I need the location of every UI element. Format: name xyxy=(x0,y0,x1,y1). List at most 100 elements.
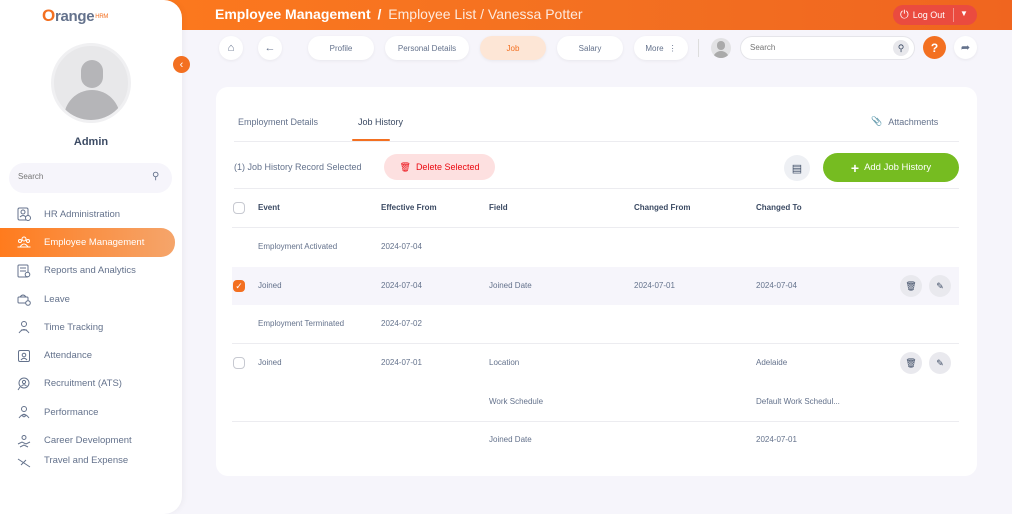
tab-job[interactable]: Job xyxy=(480,36,546,60)
cell-event: Employment Terminated xyxy=(258,319,345,328)
column-header-event[interactable]: Event xyxy=(258,203,280,212)
tab-job-history[interactable]: Job History xyxy=(358,117,403,127)
sidebar-search: ⚲ xyxy=(9,163,172,193)
sidebar-item-recruitment[interactable]: Recruitment (ATS) xyxy=(0,370,175,398)
employee-avatar[interactable] xyxy=(711,38,731,58)
pencil-icon[interactable]: ✎ xyxy=(929,352,951,374)
divider xyxy=(234,188,959,189)
chevron-down-icon[interactable]: ▼ xyxy=(960,9,968,18)
sidebar-item-label: Attendance xyxy=(44,350,93,362)
career-icon xyxy=(16,433,32,449)
tab-salary[interactable]: Salary xyxy=(557,36,623,60)
table-row[interactable]: Joined Date 2024-07-01 xyxy=(232,422,959,460)
pencil-icon[interactable]: ✎ xyxy=(929,275,951,297)
selection-count: (1) Job History Record Selected xyxy=(234,162,362,172)
help-button[interactable]: ? xyxy=(923,36,946,59)
attachments-link[interactable]: 📎 Attachments xyxy=(871,116,938,127)
sidebar-item-time-tracking[interactable]: Time Tracking xyxy=(0,313,175,341)
table-row[interactable]: Work Schedule Default Work Schedul... xyxy=(232,383,959,421)
row-checkbox[interactable]: ✓ xyxy=(233,280,245,292)
cell-event: Joined xyxy=(258,358,282,367)
sidebar-item-reports-and-analytics[interactable]: Reports and Analytics xyxy=(0,257,175,285)
cell-effective-from: 2024-07-02 xyxy=(381,319,422,328)
id-card-icon xyxy=(16,206,32,222)
table-row[interactable]: Employment Activated 2024-07-04 xyxy=(232,228,959,267)
add-job-history-button[interactable]: + Add Job History xyxy=(823,153,959,182)
search-icon[interactable]: ⚲ xyxy=(152,171,159,182)
employee-search: ⚲ xyxy=(740,36,915,60)
sidebar-item-career-development[interactable]: Career Development xyxy=(0,426,175,454)
column-header-changed-to[interactable]: Changed To xyxy=(756,203,802,212)
trash-icon: 🗑 xyxy=(399,161,411,172)
cell-field: Joined Date xyxy=(489,435,532,444)
trash-icon[interactable]: 🗑 xyxy=(900,275,922,297)
filter-icon[interactable]: ▤ xyxy=(784,155,810,181)
sidebar-item-attendance[interactable]: Attendance xyxy=(0,341,175,369)
select-all-checkbox[interactable] xyxy=(233,202,245,214)
add-job-history-label: Add Job History xyxy=(864,162,932,173)
sidebar-item-employee-management[interactable]: Employee Management xyxy=(0,228,175,257)
breadcrumb-employee-name: Vanessa Potter xyxy=(487,6,583,22)
logout-button[interactable]: ⏻ Log Out ▼ xyxy=(893,5,977,25)
job-history-card: Employment Details Job History 📎 Attachm… xyxy=(216,87,977,476)
logout-label: Log Out xyxy=(912,10,945,20)
sidebar-item-label: Career Development xyxy=(44,435,132,447)
performance-icon xyxy=(16,404,32,420)
back-arrow-icon[interactable]: ← xyxy=(258,36,282,60)
trash-icon[interactable]: 🗑 xyxy=(900,352,922,374)
sidebar-item-label: Recruitment (ATS) xyxy=(44,378,122,390)
brand-logo[interactable]: OrangeHRM xyxy=(42,6,108,27)
column-header-effective-from[interactable]: Effective From xyxy=(381,203,437,212)
employee-search-input[interactable] xyxy=(750,43,880,52)
table-row[interactable]: ✓ Joined 2024-07-04 Joined Date 2024-07-… xyxy=(232,267,959,305)
sidebar-item-label: Employee Management xyxy=(44,236,145,248)
toolbar-divider xyxy=(698,39,699,57)
sidebar: OrangeHRM Admin ⚲ HR Administration Empl… xyxy=(0,0,182,514)
cell-effective-from: 2024-07-01 xyxy=(381,358,422,367)
search-icon[interactable]: ⚲ xyxy=(893,40,909,56)
breadcrumb-separator: / xyxy=(480,6,484,22)
table-row[interactable]: Joined 2024-07-01 Location Adelaide 🗑 ✎ xyxy=(232,344,959,383)
cell-event: Employment Activated xyxy=(258,242,338,251)
sidebar-item-label: HR Administration xyxy=(44,208,121,220)
home-icon[interactable]: ⌂ xyxy=(219,36,243,60)
sidebar-item-label: Reports and Analytics xyxy=(44,265,136,277)
tab-more[interactable]: More ⋮ xyxy=(634,36,688,60)
column-header-changed-from[interactable]: Changed From xyxy=(634,203,690,212)
sidebar-item-label: Travel and Expense xyxy=(44,454,129,466)
sidebar-item-label: Performance xyxy=(44,406,99,418)
collapse-sidebar-chevron-icon[interactable]: ‹ xyxy=(173,56,190,73)
tab-employment-details[interactable]: Employment Details xyxy=(238,117,318,127)
time-icon xyxy=(16,319,32,335)
sidebar-search-input[interactable] xyxy=(18,172,138,181)
avatar[interactable] xyxy=(51,43,131,123)
cell-changed-to: 2024-07-01 xyxy=(756,435,797,444)
tab-profile[interactable]: Profile xyxy=(308,36,374,60)
travel-icon xyxy=(16,455,32,469)
sidebar-item-leave[interactable]: Leave xyxy=(0,285,175,313)
paperclip-icon: 📎 xyxy=(871,116,883,126)
breadcrumb-employee-list[interactable]: Employee List xyxy=(388,6,476,22)
row-checkbox[interactable] xyxy=(233,357,245,369)
tab-personal-details[interactable]: Personal Details xyxy=(385,36,469,60)
cell-field: Location xyxy=(489,358,520,367)
table-row[interactable]: Employment Terminated 2024-07-02 xyxy=(232,305,959,344)
cell-field: Work Schedule xyxy=(489,397,544,406)
sidebar-item-performance[interactable]: Performance xyxy=(0,398,175,426)
column-header-field[interactable]: Field xyxy=(489,203,508,212)
cell-effective-from: 2024-07-04 xyxy=(381,242,422,251)
share-icon[interactable]: ➦ xyxy=(954,36,977,59)
sidebar-nav: HR Administration Employee Management Re… xyxy=(0,200,182,469)
sidebar-item-travel-and-expense[interactable]: Travel and Expense xyxy=(0,455,175,469)
page-title: Employee Management / Employee List / Va… xyxy=(215,6,583,22)
cell-changed-to: Adelaide xyxy=(756,358,788,367)
kebab-icon: ⋮ xyxy=(668,43,677,53)
plus-icon: + xyxy=(850,159,860,176)
attendance-icon xyxy=(16,348,32,364)
sidebar-item-hr-administration[interactable]: HR Administration xyxy=(0,200,175,228)
leave-icon xyxy=(16,291,32,307)
cell-effective-from: 2024-07-04 xyxy=(381,281,422,290)
breadcrumb-separator: / xyxy=(377,6,382,22)
cell-changed-to: Default Work Schedul... xyxy=(756,397,840,406)
delete-selected-button[interactable]: 🗑 Delete Selected xyxy=(384,154,495,180)
